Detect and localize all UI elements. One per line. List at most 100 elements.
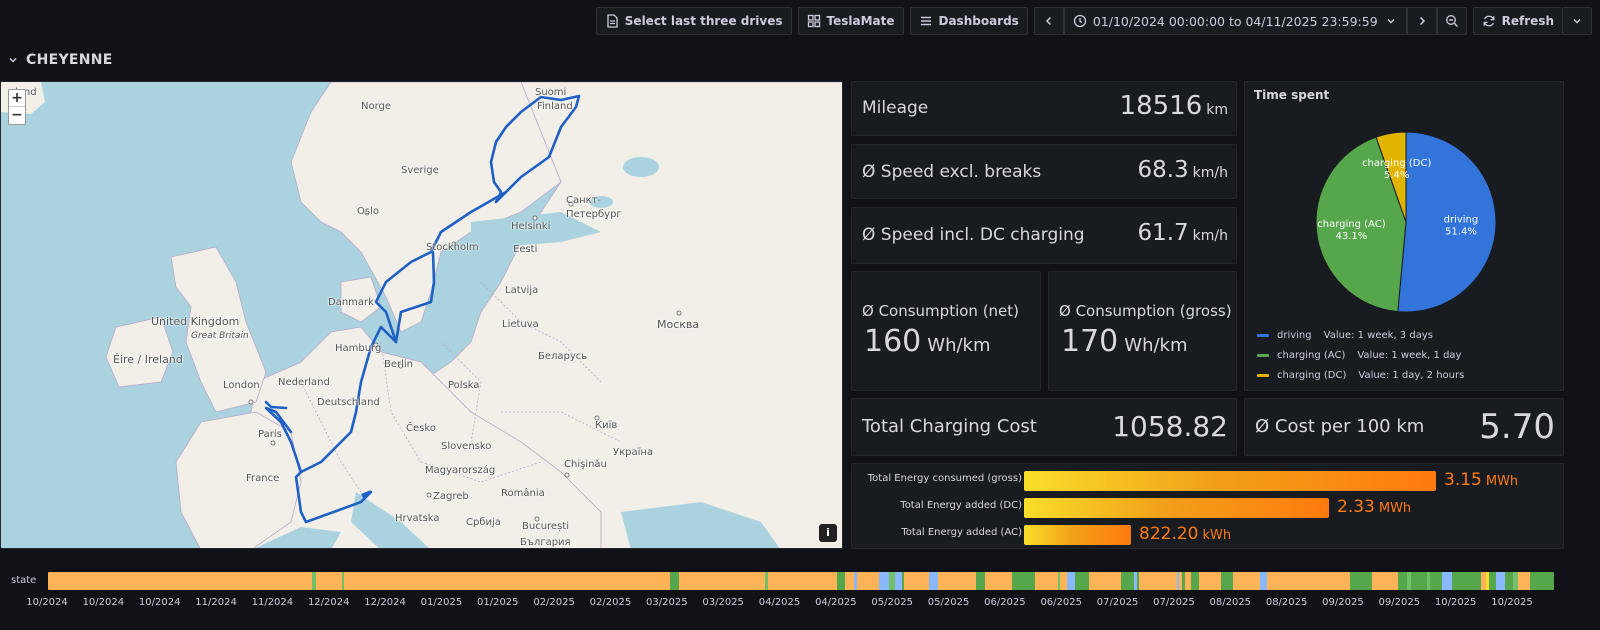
refresh-button[interactable]: Refresh	[1472, 7, 1562, 35]
timeline-tick-label: 10/2024	[82, 597, 125, 608]
state-segment[interactable]	[628, 572, 647, 590]
state-segment[interactable]	[767, 572, 796, 590]
refresh-interval-dropdown[interactable]	[1562, 7, 1592, 35]
state-segment[interactable]	[984, 572, 1013, 590]
state-segment[interactable]	[1012, 572, 1028, 590]
map-label-zagreb: Zagreb	[433, 491, 469, 502]
time-range-picker[interactable]: 01/10/2024 00:00:00 to 04/11/2025 23:59:…	[1063, 7, 1407, 35]
map-zoom-in-button[interactable]: +	[9, 90, 25, 107]
state-segment[interactable]	[440, 572, 459, 590]
state-segment[interactable]	[1364, 572, 1373, 590]
state-segment[interactable]	[731, 572, 766, 590]
state-segment[interactable]	[316, 572, 343, 590]
state-segment[interactable]	[479, 572, 519, 590]
state-segment[interactable]	[585, 572, 630, 590]
state-segment[interactable]	[1429, 572, 1442, 590]
state-segment[interactable]	[393, 572, 442, 590]
state-segment[interactable]	[916, 572, 930, 590]
state-segment[interactable]	[457, 572, 480, 590]
dashboards-button[interactable]: Dashboards	[909, 7, 1028, 35]
map-zoom-out-button[interactable]: −	[9, 107, 25, 124]
state-segment[interactable]	[1067, 572, 1076, 590]
select-last-drives-button[interactable]: Select last three drives	[595, 7, 792, 35]
drives-map[interactable]: + − Suomi Finland Norge Sverige Oslo Hel…	[0, 81, 843, 549]
timeline-tick-label: 10/2024	[26, 597, 68, 608]
row-header-toggle[interactable]: CHEYENNE	[8, 52, 113, 68]
state-segment[interactable]	[795, 572, 838, 590]
state-segment[interactable]	[1319, 572, 1339, 590]
state-segment[interactable]	[1308, 572, 1320, 590]
timeline-tick-label: 07/2025	[1096, 597, 1139, 608]
state-segment[interactable]	[1199, 572, 1221, 590]
teslamate-link-button[interactable]: TeslaMate	[797, 7, 904, 35]
legend-item[interactable]: charging (AC) Value: 1 week, 1 day	[1257, 350, 1461, 361]
state-segment[interactable]	[1411, 572, 1428, 590]
timeline-tick-label: 01/2025	[420, 597, 463, 608]
charging-cost-value: 1058.82	[1112, 410, 1228, 443]
state-segment[interactable]	[1530, 572, 1547, 590]
state-segment[interactable]	[707, 572, 733, 590]
state-segment[interactable]	[1233, 572, 1261, 590]
state-segment[interactable]	[1550, 572, 1554, 590]
state-segment[interactable]	[1139, 572, 1156, 590]
state-segment[interactable]	[192, 572, 233, 590]
state-segment[interactable]	[373, 572, 394, 590]
state-segment[interactable]	[1517, 572, 1531, 590]
state-segment[interactable]	[48, 572, 79, 590]
state-segment[interactable]	[878, 572, 890, 590]
state-segment[interactable]	[856, 572, 880, 590]
state-segment[interactable]	[259, 572, 275, 590]
refresh-label: Refresh	[1501, 14, 1554, 28]
state-segment[interactable]	[1397, 572, 1407, 590]
state-segment[interactable]	[1337, 572, 1351, 590]
state-segment[interactable]	[518, 572, 542, 590]
state-segment[interactable]	[78, 572, 97, 590]
state-segment[interactable]	[845, 572, 855, 590]
time-shift-forward-button[interactable]	[1406, 7, 1437, 35]
state-segment[interactable]	[695, 572, 708, 590]
state-segment[interactable]	[540, 572, 587, 590]
state-segment[interactable]	[1451, 572, 1468, 590]
state-segment[interactable]	[124, 572, 169, 590]
state-segment[interactable]	[1220, 572, 1234, 590]
state-segment[interactable]	[242, 572, 261, 590]
legend-item[interactable]: charging (DC) Value: 1 day, 2 hours	[1257, 370, 1464, 381]
state-segment[interactable]	[1089, 572, 1114, 590]
state-segment[interactable]	[1372, 572, 1399, 590]
state-segment[interactable]	[964, 572, 977, 590]
zoom-out-time-button[interactable]	[1436, 7, 1467, 35]
timeline-tick-label: 09/2025	[1378, 597, 1421, 608]
map-label-ireland: Éire / Ireland	[113, 353, 183, 366]
cost-per-100km-label: Ø Cost per 100 km	[1255, 416, 1425, 437]
map-label-magyar: Magyarország	[425, 465, 496, 476]
state-segment[interactable]	[1496, 572, 1506, 590]
state-segment[interactable]	[274, 572, 303, 590]
state-segment[interactable]	[1467, 572, 1482, 590]
state-segment[interactable]	[1349, 572, 1365, 590]
state-segment[interactable]	[167, 572, 193, 590]
state-segment[interactable]	[96, 572, 126, 590]
timeline-tick-label: 08/2025	[1209, 597, 1252, 608]
state-segment[interactable]	[678, 572, 696, 590]
map-info-button[interactable]: i	[819, 524, 837, 542]
legend-item[interactable]: driving Value: 1 week, 3 days	[1257, 330, 1433, 341]
mileage-label: Mileage	[862, 98, 929, 118]
map-label-hrvatska: Hrvatska	[395, 513, 440, 524]
state-segment[interactable]	[937, 572, 965, 590]
timeline-tick-label: 05/2025	[927, 597, 970, 608]
state-segment[interactable]	[1120, 572, 1135, 590]
state-segment[interactable]	[1035, 572, 1059, 590]
state-segment[interactable]	[1075, 572, 1091, 590]
state-segment[interactable]	[1154, 572, 1167, 590]
state-segment[interactable]	[904, 572, 917, 590]
time-shift-back-button[interactable]	[1033, 7, 1064, 35]
state-segment[interactable]	[343, 572, 375, 590]
state-segment[interactable]	[1191, 572, 1200, 590]
state-segment[interactable]	[645, 572, 671, 590]
map-label-belarus: Беларусь	[538, 351, 588, 362]
timeline-tick-label: 10/2024	[138, 597, 181, 608]
state-segment[interactable]	[1266, 572, 1279, 590]
state-label: state	[11, 575, 37, 586]
state-segment[interactable]	[1278, 572, 1305, 590]
state-segment[interactable]	[1166, 572, 1178, 590]
